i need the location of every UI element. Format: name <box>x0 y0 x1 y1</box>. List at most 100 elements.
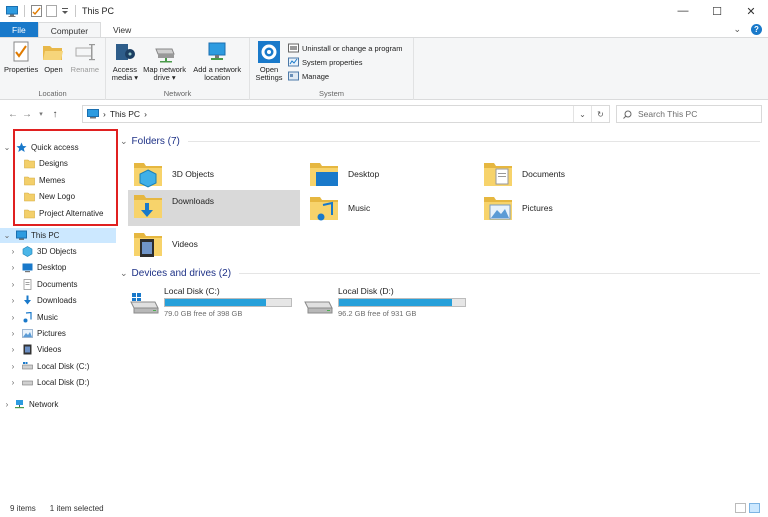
nav-item-label: Desktop <box>37 263 67 273</box>
recent-locations-chevron-icon[interactable]: ▾ <box>34 110 48 118</box>
collapsed-chevron-icon[interactable]: › <box>8 345 18 354</box>
pictures-folder-icon <box>484 197 512 220</box>
network-group-label: Network <box>163 89 192 98</box>
toolbar-divider <box>75 5 76 17</box>
drive-info: Local Disk (C:) 79.0 GB free of 398 GB <box>164 286 292 318</box>
toolbar-divider <box>24 5 25 17</box>
forward-arrow-icon[interactable]: → <box>20 109 34 120</box>
collapse-chevron-icon[interactable]: ⌄ <box>120 268 128 279</box>
drive-free-space: 79.0 GB free of 398 GB <box>164 309 243 318</box>
collapsed-chevron-icon[interactable]: › <box>8 263 18 272</box>
open-label: Open <box>44 65 63 74</box>
folders-section-header[interactable]: ⌄ Folders (7) <box>120 136 760 147</box>
nav-item-local-disk-c[interactable]: › Local Disk (C:) <box>8 359 89 374</box>
collapsed-chevron-icon[interactable]: › <box>8 329 18 338</box>
manage-button[interactable]: Manage <box>288 71 402 82</box>
address-actions: ⌄ ↻ <box>573 106 609 122</box>
tab-view[interactable]: View <box>101 22 143 38</box>
close-button[interactable]: ✕ <box>734 0 768 22</box>
nav-item-pictures[interactable]: › Pictures <box>8 326 66 341</box>
folder-tile-desktop[interactable]: Desktop <box>304 156 476 192</box>
window-title: This PC <box>82 6 115 16</box>
system-properties-button[interactable]: System properties <box>288 57 402 68</box>
minimize-button[interactable]: — <box>666 0 700 22</box>
music-icon <box>23 311 32 323</box>
network-location-icon <box>208 42 226 60</box>
details-view-icon[interactable] <box>735 503 746 513</box>
local-disk-c-icon <box>22 361 33 370</box>
search-placeholder: Search This PC <box>638 109 698 119</box>
maximize-button[interactable]: ☐ <box>700 0 734 22</box>
collapsed-chevron-icon[interactable]: › <box>8 378 18 387</box>
collapse-chevron-icon[interactable]: ⌄ <box>120 136 128 147</box>
expanded-chevron-icon[interactable]: ⌄ <box>2 143 12 152</box>
nav-item-this-pc[interactable]: ⌄ This PC <box>0 228 116 243</box>
nav-item-label: Local Disk (D:) <box>37 378 90 388</box>
programs-icon <box>288 43 299 53</box>
drives-header-label: Devices and drives (2) <box>131 268 232 279</box>
tab-file[interactable]: File <box>0 22 38 38</box>
drive-tile-d[interactable]: Local Disk (D:) 96.2 GB free of 931 GB <box>302 286 474 326</box>
folder-tile-documents[interactable]: Documents <box>478 156 650 192</box>
properties-icon <box>13 41 29 62</box>
access-media-label: Access media ▾ <box>111 65 139 82</box>
collapsed-chevron-icon[interactable]: › <box>8 313 18 322</box>
tab-computer[interactable]: Computer <box>37 22 102 38</box>
breadcrumb-separator[interactable]: › <box>144 109 147 119</box>
folder-tile-pictures[interactable]: Pictures <box>478 190 650 226</box>
properties-qat-icon[interactable] <box>31 5 42 17</box>
system-group: Open Settings Uninstall or change a prog… <box>250 38 414 100</box>
nav-item-downloads[interactable]: › Downloads <box>8 293 77 308</box>
up-arrow-icon[interactable]: ↑ <box>48 109 62 120</box>
folder-label: 3D Objects <box>172 169 215 179</box>
help-icon[interactable]: ? <box>751 24 762 35</box>
breadcrumb-this-pc[interactable]: This PC <box>110 109 140 119</box>
rename-label: Rename <box>70 65 100 74</box>
uninstall-program-button[interactable]: Uninstall or change a program <box>288 43 402 54</box>
search-box[interactable]: Search This PC <box>616 105 762 123</box>
refresh-icon[interactable]: ↻ <box>591 106 609 122</box>
window-controls: — ☐ ✕ <box>666 0 768 22</box>
collapsed-chevron-icon[interactable]: › <box>8 362 18 371</box>
collapsed-chevron-icon[interactable]: › <box>8 280 18 289</box>
folder-tile-videos[interactable]: Videos <box>128 226 300 262</box>
expanded-chevron-icon[interactable]: ⌄ <box>2 231 12 240</box>
breadcrumb-separator[interactable]: › <box>103 109 106 119</box>
expand-ribbon-button[interactable]: ⌄ <box>733 24 741 35</box>
back-arrow-icon[interactable]: ← <box>6 109 20 120</box>
folder-tile-downloads[interactable]: Downloads <box>128 190 300 226</box>
nav-item-label: Local Disk (C:) <box>37 361 90 371</box>
collapsed-chevron-icon[interactable]: › <box>8 247 18 256</box>
downloads-folder-icon <box>134 195 162 218</box>
this-pc-icon <box>16 230 27 240</box>
nav-label-network: Network <box>29 400 59 409</box>
folder-label: Desktop <box>348 169 380 179</box>
nav-item-3d-objects[interactable]: › 3D Objects <box>8 244 77 259</box>
drives-section-header[interactable]: ⌄ Devices and drives (2) <box>120 268 760 279</box>
collapsed-chevron-icon[interactable]: › <box>8 296 18 305</box>
network-icon <box>15 400 24 409</box>
desktop-folder-icon <box>310 163 338 186</box>
nav-item-label: Downloads <box>37 296 77 306</box>
folder-tile-music[interactable]: Music <box>304 190 476 226</box>
customize-qat-icon[interactable] <box>61 6 69 16</box>
nav-item-videos[interactable]: › Videos <box>8 342 61 357</box>
address-dropdown-chevron-icon[interactable]: ⌄ <box>573 106 591 122</box>
collapsed-chevron-icon[interactable]: › <box>2 400 12 409</box>
folder-tile-3d-objects[interactable]: 3D Objects <box>128 156 300 192</box>
nav-item-local-disk-d[interactable]: › Local Disk (D:) <box>8 375 90 390</box>
nav-item-music[interactable]: › Music <box>8 310 58 325</box>
new-folder-qat-icon[interactable] <box>46 5 57 17</box>
nav-item-documents[interactable]: › Documents <box>8 277 77 292</box>
drive-usage-fill <box>165 299 266 306</box>
address-bar[interactable]: › This PC › ⌄ ↻ <box>82 105 610 123</box>
drive-usage-fill <box>339 299 453 306</box>
drive-tile-c[interactable]: Local Disk (C:) 79.0 GB free of 398 GB <box>128 286 300 326</box>
drive-name: Local Disk (D:) <box>338 286 394 296</box>
large-icons-view-icon[interactable] <box>749 503 760 513</box>
nav-item-desktop[interactable]: › Desktop <box>8 260 66 275</box>
location-group-label: Location <box>38 89 67 98</box>
nav-item-label: 3D Objects <box>37 247 77 256</box>
downloads-icon <box>24 295 31 305</box>
nav-item-network[interactable]: › Network <box>2 397 58 412</box>
